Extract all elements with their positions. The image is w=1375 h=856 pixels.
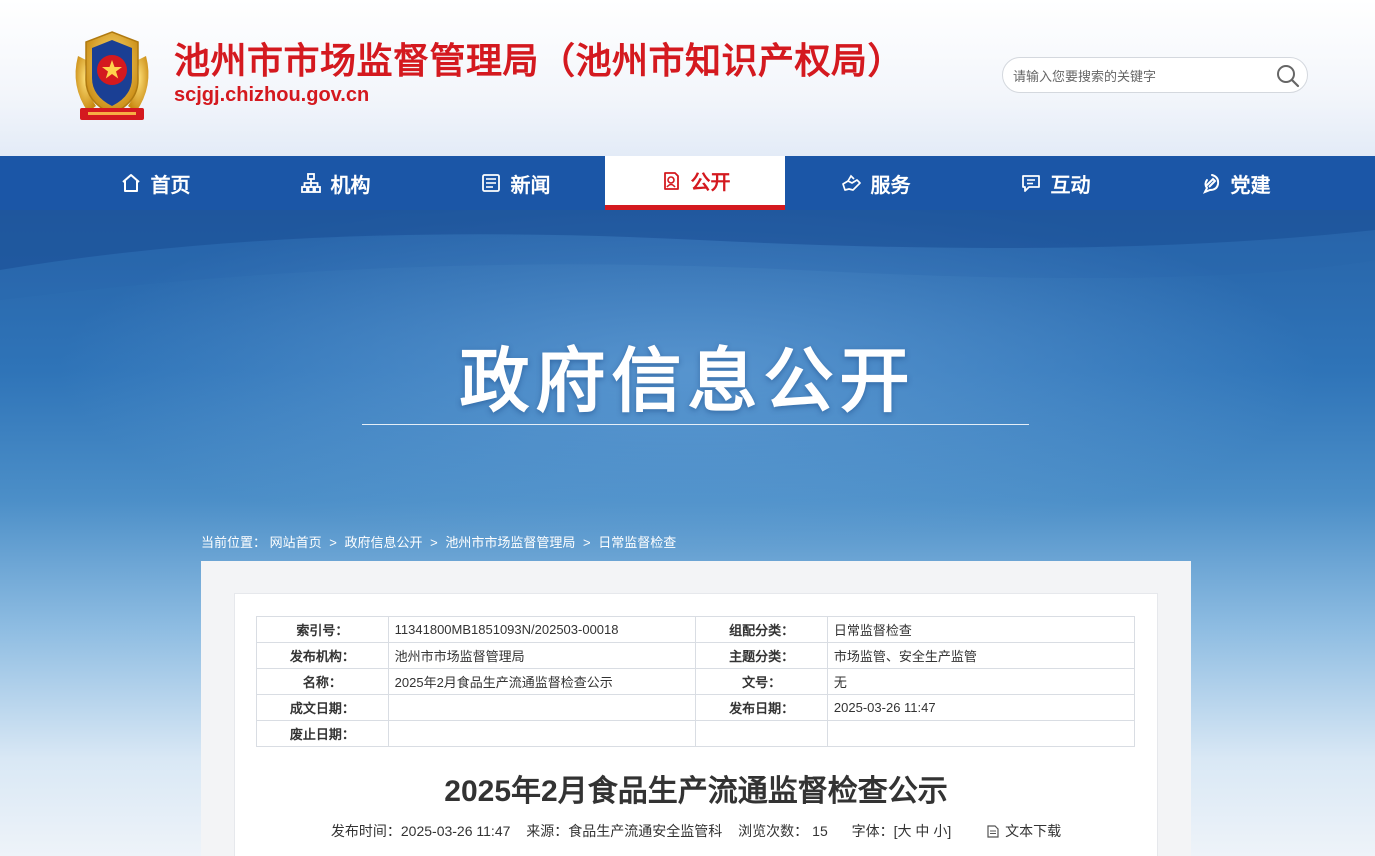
article-info-bar: 发布时间：2025-03-26 11:47 来源：食品生产流通安全监管科 浏览次… [234, 821, 1158, 841]
site-url: scjgj.chizhou.gov.cn [174, 84, 370, 106]
meta-key: 名称： [256, 668, 389, 695]
meta-value: 市场监管、安全生产监管 [826, 642, 1136, 669]
meta-value: 11341800MB1851093N/202503-00018 [387, 616, 697, 643]
breadcrumb-separator: > [430, 535, 438, 550]
main-nav: 首页 机构 新闻 公开 服务 互动 党建 [0, 156, 1375, 210]
breadcrumb-link-gov-info[interactable]: 政府信息公开 [345, 535, 423, 550]
site-header: 池州市市场监督管理局（池州市知识产权局） scjgj.chizhou.gov.c… [0, 0, 1375, 156]
text-download-button[interactable]: 文本下载 [981, 823, 1061, 839]
meta-key: 组配分类： [695, 616, 828, 643]
nav-item-service[interactable]: 服务 [785, 156, 965, 210]
meta-key: 文号： [695, 668, 828, 695]
banner-divider [362, 424, 1029, 425]
meta-key: 发布机构： [256, 642, 389, 669]
party-icon [1200, 172, 1222, 194]
meta-value: 2025年2月食品生产流通监督检查公示 [387, 668, 697, 695]
meta-key: 索引号： [256, 616, 389, 643]
document-meta-table: 索引号： 11341800MB1851093N/202503-00018 组配分… [256, 616, 1136, 747]
search-box [1002, 57, 1308, 93]
service-icon [840, 172, 862, 194]
nav-label: 首页 [150, 174, 191, 197]
nav-item-open-info[interactable]: 公开 [605, 156, 785, 210]
breadcrumb-link-daily-inspection[interactable]: 日常监督检查 [598, 535, 676, 550]
meta-key: 发布日期： [695, 694, 828, 721]
market-supervision-emblem-icon[interactable] [66, 26, 158, 126]
publish-time: 发布时间：2025-03-26 11:47 [330, 823, 511, 839]
meta-value: 2025-03-26 11:47 [826, 694, 1136, 721]
table-row: 名称： 2025年2月食品生产流通监督检查公示 文号： 无 [256, 668, 1136, 695]
org-chart-icon [300, 172, 322, 194]
site-title: 池州市市场监督管理局（池州市知识产权局） [174, 40, 905, 81]
view-count: 浏览次数： 15 [738, 823, 828, 839]
breadcrumb: 当前位置： 网站首页 > 政府信息公开 > 池州市市场监督管理局 > 日常监督检… [201, 532, 676, 551]
nav-item-party-building[interactable]: 党建 [1145, 156, 1325, 210]
breadcrumb-link-home[interactable]: 网站首页 [270, 535, 322, 550]
meta-key: 成文日期： [256, 694, 389, 721]
nav-label: 机构 [330, 174, 371, 197]
home-icon [120, 172, 142, 194]
search-input[interactable] [1013, 64, 1263, 88]
font-size-small-button[interactable]: 小 [933, 823, 947, 839]
nav-item-organization[interactable]: 机构 [245, 156, 425, 210]
meta-key [695, 720, 828, 747]
nav-label: 互动 [1050, 174, 1091, 197]
search-icon[interactable] [1275, 63, 1301, 89]
meta-value [387, 720, 697, 747]
table-row: 成文日期： 发布日期： 2025-03-26 11:47 [256, 694, 1136, 721]
meta-key: 主题分类： [695, 642, 828, 669]
nav-item-news[interactable]: 新闻 [425, 156, 605, 210]
newspaper-icon [480, 172, 502, 194]
font-size-label: 字体：[ [851, 823, 898, 839]
table-row: 废止日期： [256, 720, 1136, 747]
nav-label: 公开 [690, 172, 731, 194]
banner-title: 政府信息公开 [459, 342, 916, 420]
font-size-large-button[interactable]: 大 [898, 823, 912, 839]
meta-value: 日常监督检查 [826, 616, 1136, 643]
breadcrumb-separator: > [583, 535, 591, 550]
nav-label: 服务 [870, 174, 911, 197]
view-count-label: 浏览次数： [738, 823, 809, 839]
chat-icon [1020, 172, 1042, 194]
open-info-icon [660, 170, 682, 192]
table-row: 发布机构： 池州市市场监督管理局 主题分类： 市场监管、安全生产监管 [256, 642, 1136, 669]
article-title: 2025年2月食品生产流通监督检查公示 [444, 775, 948, 808]
breadcrumb-link-bureau[interactable]: 池州市市场监督管理局 [445, 535, 575, 550]
meta-key: 废止日期： [256, 720, 389, 747]
banner-wave-decoration [0, 210, 1375, 300]
table-row: 索引号： 11341800MB1851093N/202503-00018 组配分… [256, 616, 1136, 643]
meta-value [387, 694, 697, 721]
breadcrumb-prefix: 当前位置： [201, 535, 267, 550]
font-size-medium-button[interactable]: 中 [915, 823, 929, 839]
meta-value: 无 [826, 668, 1136, 695]
font-size-bracket: ] [947, 823, 952, 839]
nav-label: 新闻 [510, 174, 551, 197]
meta-value: 池州市市场监督管理局 [387, 642, 697, 669]
document-icon [987, 825, 999, 838]
font-size-controls: 字体：[大 中 小] [852, 823, 952, 839]
breadcrumb-separator: > [329, 535, 337, 550]
text-download-label: 文本下载 [1005, 823, 1062, 839]
nav-label: 党建 [1230, 174, 1271, 197]
meta-value [826, 720, 1136, 747]
view-count-value: 15 [812, 823, 828, 839]
nav-item-interaction[interactable]: 互动 [965, 156, 1145, 210]
nav-item-home[interactable]: 首页 [65, 156, 245, 210]
article-source: 来源：食品生产流通安全监管科 [526, 823, 723, 839]
